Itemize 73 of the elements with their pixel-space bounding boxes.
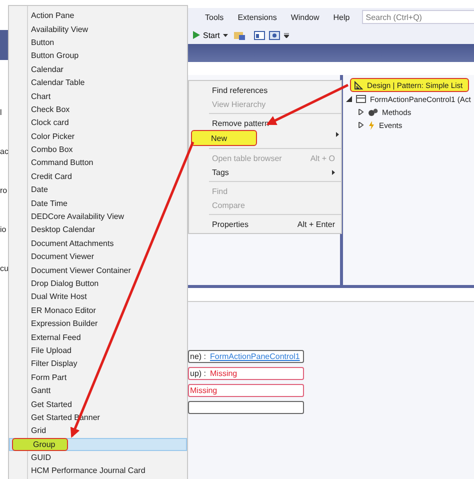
menu-item[interactable]: Group bbox=[9, 438, 187, 451]
menu-item[interactable]: Gantt bbox=[9, 384, 187, 398]
menu-item[interactable]: File Upload bbox=[9, 344, 187, 358]
menu-item[interactable]: Date bbox=[9, 183, 187, 196]
menu-item[interactable]: Help bbox=[331, 12, 352, 22]
menu-item[interactable]: Grid bbox=[9, 424, 187, 438]
menu-item[interactable]: New bbox=[191, 130, 257, 146]
folder-icon[interactable] bbox=[234, 30, 245, 40]
menu-item[interactable]: Color Picker bbox=[9, 130, 187, 143]
window-icon[interactable] bbox=[254, 30, 265, 40]
lightning-icon bbox=[368, 120, 375, 130]
menu-item[interactable]: Date Time bbox=[9, 196, 187, 210]
window-icon[interactable] bbox=[268, 30, 280, 40]
caret-icon bbox=[222, 34, 228, 36]
menu-item[interactable]: Get Started bbox=[9, 397, 187, 411]
start-button[interactable]: Start bbox=[191, 30, 230, 40]
menu-item[interactable]: GUID bbox=[9, 450, 187, 464]
expanded-icon[interactable] bbox=[346, 96, 352, 102]
menu-item[interactable]: Tags bbox=[189, 165, 341, 179]
menu-item[interactable]: Window bbox=[288, 12, 322, 22]
menu-item[interactable]: Dual Write Host bbox=[9, 290, 187, 304]
menu-item[interactable]: Extensions bbox=[236, 12, 279, 22]
label-fragment: ro bbox=[0, 186, 8, 195]
menu-item[interactable]: Properties Alt + Enter bbox=[189, 217, 341, 231]
panel-icon bbox=[356, 95, 366, 103]
menu-item[interactable]: Button Group bbox=[9, 49, 187, 63]
label-fragment: l bbox=[0, 108, 3, 117]
shortcut-label: Alt + O bbox=[310, 154, 335, 162]
menu-item[interactable]: Remove pattern bbox=[189, 116, 341, 130]
menu-item[interactable]: ER Monaco Editor bbox=[9, 304, 187, 317]
shortcut-label: Alt + Enter bbox=[297, 220, 335, 228]
menu-item[interactable]: DEDCore Availability View bbox=[9, 210, 187, 224]
menu-item[interactable]: Filter Display bbox=[9, 357, 187, 371]
menu-item[interactable]: Desktop Calendar bbox=[9, 223, 187, 237]
menu-item[interactable]: Button bbox=[9, 36, 187, 50]
menu-item[interactable]: Combo Box bbox=[9, 142, 187, 156]
menu-item[interactable]: Document Attachments bbox=[9, 236, 187, 250]
submenu-arrow-icon bbox=[332, 170, 335, 174]
play-icon bbox=[193, 31, 200, 39]
menu-item[interactable]: Form Part bbox=[9, 370, 187, 384]
menu-item[interactable]: Calendar bbox=[9, 62, 187, 76]
menu-item[interactable]: Command Button bbox=[9, 156, 187, 170]
menu-item[interactable]: Availability View bbox=[9, 22, 187, 36]
dropdown-icon[interactable] bbox=[284, 32, 289, 38]
menu-item[interactable]: Find references bbox=[189, 83, 341, 97]
header-band bbox=[0, 30, 8, 60]
label-fragment: cu bbox=[0, 264, 8, 273]
ruler-icon bbox=[354, 80, 363, 90]
label-fragment: io bbox=[0, 225, 8, 234]
menu-item[interactable]: External Feed bbox=[9, 330, 187, 344]
label-fragment: ac bbox=[0, 147, 8, 156]
collapsed-icon[interactable] bbox=[358, 122, 364, 128]
menu-item[interactable]: HCM Performance Journal Card bbox=[9, 464, 187, 478]
menu-item[interactable]: Expression Builder bbox=[9, 316, 187, 330]
menu-item[interactable]: Check Box bbox=[9, 102, 187, 116]
menu-item[interactable]: Chart bbox=[9, 89, 187, 103]
control-link[interactable]: FormActionPaneControl1 bbox=[210, 352, 300, 361]
menu-item[interactable]: Calendar Table bbox=[9, 76, 187, 90]
missing-value: Missing bbox=[190, 386, 218, 395]
field-label: ne) : bbox=[190, 352, 206, 361]
field-label: up) : bbox=[190, 369, 206, 378]
gears-icon bbox=[368, 108, 378, 116]
menu-item[interactable]: Document Viewer bbox=[9, 250, 187, 264]
menu-item[interactable]: Drop Dialog Button bbox=[9, 276, 187, 290]
collapsed-icon[interactable] bbox=[358, 109, 364, 115]
menu-item[interactable]: Clock card bbox=[9, 116, 187, 130]
search-field[interactable]: Search (Ctrl+Q) bbox=[362, 10, 474, 24]
menu-item[interactable]: Credit Card bbox=[9, 170, 187, 184]
menu-item[interactable]: Tools bbox=[203, 12, 226, 22]
missing-value: Missing bbox=[210, 369, 238, 378]
submenu-arrow-icon bbox=[336, 132, 339, 137]
menu-item[interactable]: Document Viewer Container bbox=[9, 263, 187, 277]
menu-item[interactable]: Action Pane bbox=[9, 9, 187, 22]
